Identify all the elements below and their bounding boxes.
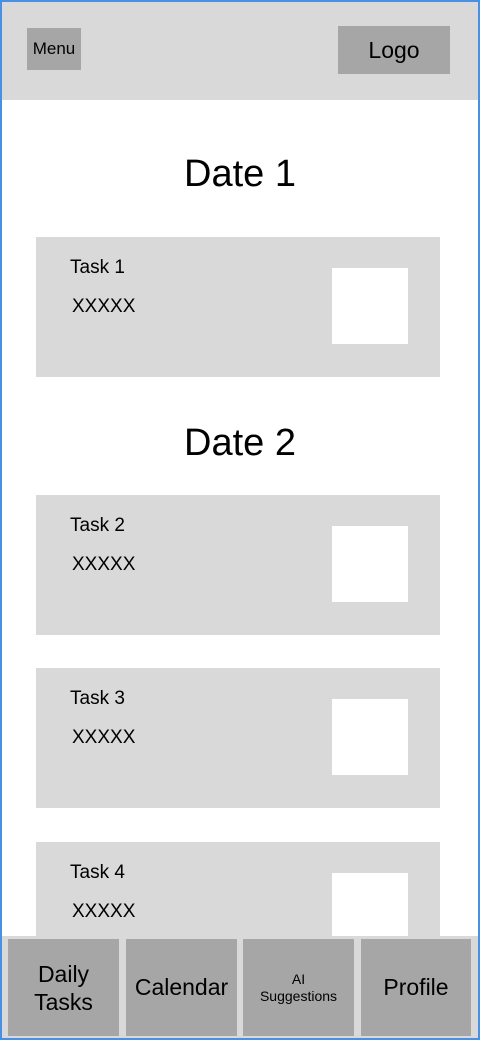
bottom-nav: Daily Tasks Calendar AI Suggestions Prof… bbox=[2, 936, 478, 1038]
task-card[interactable]: Task 1 XXXXX bbox=[36, 237, 440, 377]
nav-calendar[interactable]: Calendar bbox=[126, 939, 237, 1036]
task-card[interactable]: Task 2 XXXXX bbox=[36, 495, 440, 635]
task-checkbox[interactable] bbox=[332, 268, 408, 344]
task-title: Task 3 bbox=[70, 688, 125, 709]
app-frame: Menu Logo Date 1 Task 1 XXXXX Date 2 Tas… bbox=[0, 0, 480, 1040]
task-checkbox[interactable] bbox=[332, 699, 408, 775]
task-description: XXXXX bbox=[72, 901, 136, 922]
date-heading: Date 2 bbox=[184, 422, 296, 464]
task-checkbox[interactable] bbox=[332, 526, 408, 602]
task-description: XXXXX bbox=[72, 727, 136, 748]
logo: Logo bbox=[338, 26, 450, 74]
nav-profile[interactable]: Profile bbox=[361, 939, 471, 1036]
header-bar: Menu Logo bbox=[2, 2, 478, 100]
task-card[interactable]: Task 3 XXXXX bbox=[36, 668, 440, 808]
nav-ai-suggestions[interactable]: AI Suggestions bbox=[243, 939, 354, 1036]
task-title: Task 2 bbox=[70, 515, 125, 536]
task-title: Task 4 bbox=[70, 862, 125, 883]
task-title: Task 1 bbox=[70, 257, 125, 278]
nav-daily-tasks[interactable]: Daily Tasks bbox=[8, 939, 119, 1036]
menu-button[interactable]: Menu bbox=[27, 28, 81, 70]
date-heading: Date 1 bbox=[184, 153, 296, 195]
task-description: XXXXX bbox=[72, 296, 136, 317]
task-description: XXXXX bbox=[72, 554, 136, 575]
